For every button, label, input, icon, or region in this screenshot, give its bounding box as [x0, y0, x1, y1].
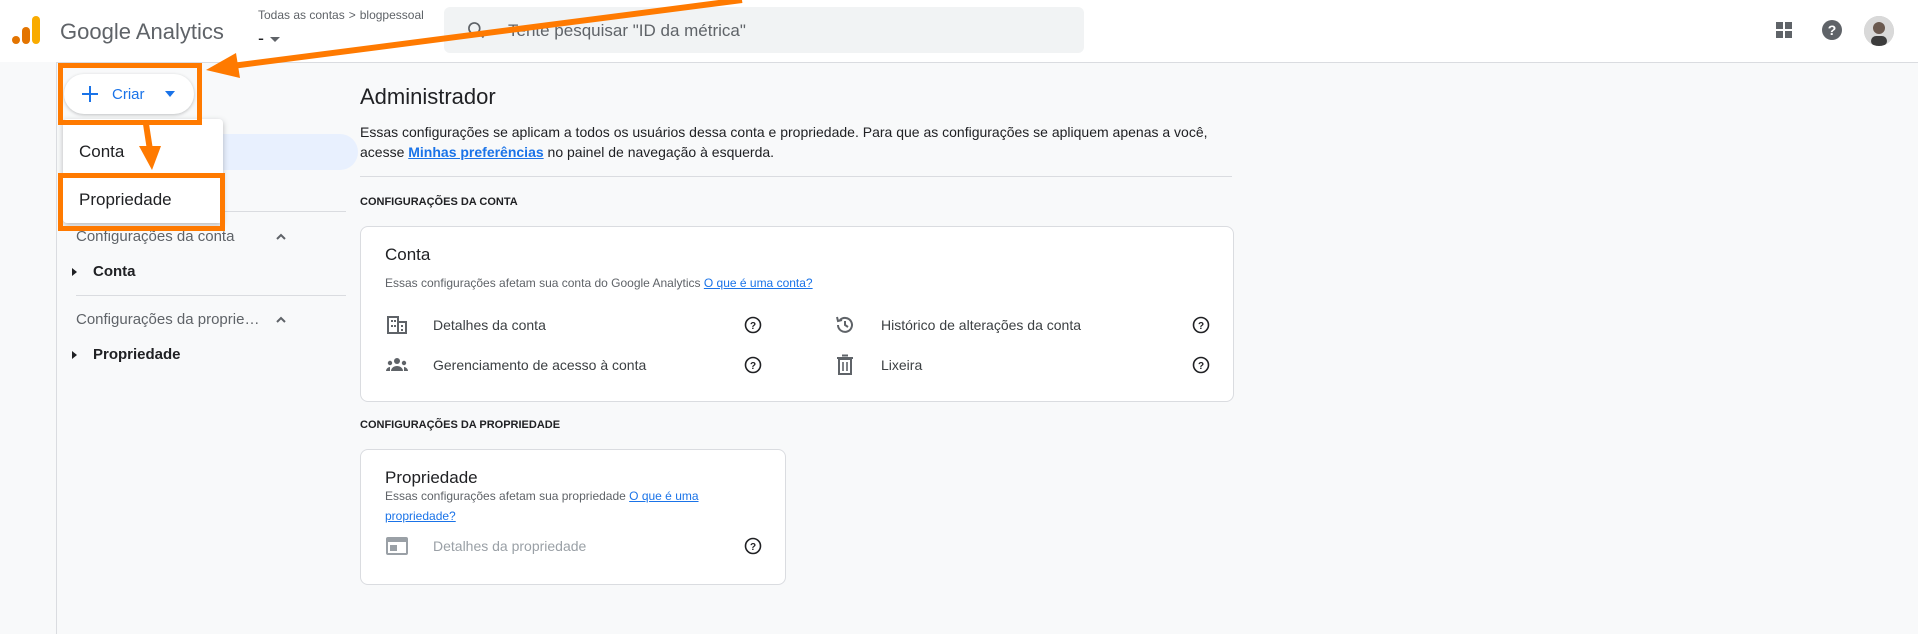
property-card-title: Propriedade — [385, 468, 478, 487]
help-icon[interactable]: ? — [744, 537, 762, 555]
nav-section-property[interactable]: Configurações da propriedade — [76, 311, 266, 328]
breadcrumb-all-accounts: Todas as contas — [258, 8, 345, 22]
group-icon — [386, 358, 408, 371]
help-icon[interactable]: ? — [1192, 356, 1210, 374]
top-bar: Google Analytics Todas as contas > blogpes… — [0, 0, 1918, 63]
current-property[interactable]: - — [258, 28, 424, 49]
building-icon — [387, 316, 407, 334]
help-icon[interactable]: ? — [1192, 316, 1210, 334]
svg-text:?: ? — [750, 321, 756, 332]
account-card-description: Essas configurações afetam sua conta do … — [385, 276, 813, 290]
account-access-management-row[interactable]: Gerenciamento de acesso à conta — [385, 353, 646, 377]
row-label: Lixeira — [881, 357, 923, 373]
nav-item-property[interactable]: Propriedade — [72, 346, 181, 363]
account-card: Conta Essas configurações afetam sua con… — [360, 226, 1234, 402]
breadcrumb: Todas as contas > blogpessoal — [258, 8, 424, 22]
trash-icon — [837, 354, 853, 375]
nav-item-label: Conta — [93, 263, 136, 280]
help-icon[interactable]: ? — [744, 356, 762, 374]
account-change-history-row[interactable]: Histórico de alterações da conta — [833, 313, 1081, 337]
left-rail — [0, 62, 57, 634]
nav-divider — [76, 295, 346, 296]
section-divider — [360, 176, 1232, 177]
intro-text: Essas configurações se aplicam a todos o… — [360, 124, 1208, 160]
apps-grid-icon[interactable] — [1772, 18, 1796, 42]
trash-row[interactable]: Lixeira — [833, 353, 922, 377]
svg-text:?: ? — [750, 542, 756, 553]
search-input[interactable] — [506, 17, 1070, 45]
svg-text:?: ? — [1198, 321, 1204, 332]
chevron-up-icon[interactable] — [274, 230, 288, 244]
account-details-row[interactable]: Detalhes da conta — [385, 313, 546, 337]
svg-text:?: ? — [750, 361, 756, 372]
svg-text:?: ? — [1828, 22, 1837, 38]
expand-arrow-icon — [72, 267, 77, 276]
account-card-title: Conta — [385, 245, 431, 264]
annotation-box-create — [58, 63, 202, 125]
nav-item-account[interactable]: Conta — [72, 263, 136, 280]
property-settings-heading: CONFIGURAÇÕES DA PROPRIEDADE — [360, 419, 561, 431]
user-avatar[interactable] — [1864, 16, 1894, 46]
search-icon — [468, 22, 485, 39]
row-label: Gerenciamento de acesso à conta — [433, 357, 647, 373]
app-name: Google Analytics — [60, 19, 224, 44]
row-label: Histórico de alterações da conta — [881, 317, 1081, 333]
page-title: Administrador — [360, 84, 496, 109]
annotation-box-property — [58, 173, 225, 231]
property-card-description: Essas configurações afetam sua proprieda… — [385, 489, 699, 523]
breadcrumb-separator-icon: > — [348, 8, 356, 22]
nav-selected-item[interactable] — [220, 134, 358, 170]
help-icon[interactable]: ? — [744, 316, 762, 334]
google-analytics-logo[interactable] — [12, 14, 42, 46]
property-card: Propriedade Essas configurações afetam s… — [360, 449, 786, 585]
chevron-up-icon[interactable] — [274, 313, 288, 327]
breadcrumb-account: blogpessoal — [359, 8, 424, 22]
web-page-icon — [386, 537, 408, 555]
what-is-account-link[interactable]: O que é uma conta? — [704, 276, 813, 290]
nav-item-label: Propriedade — [93, 346, 181, 363]
history-icon — [836, 316, 853, 333]
chevron-down-icon — [270, 36, 280, 42]
search-bar[interactable] — [444, 7, 1084, 53]
property-details-row[interactable]: Detalhes da propriedade — [385, 534, 586, 558]
svg-text:?: ? — [1198, 361, 1204, 372]
row-label: Detalhes da conta — [433, 317, 546, 333]
expand-arrow-icon — [72, 350, 77, 359]
account-picker[interactable]: Todas as contas > blogpessoal - — [258, 8, 424, 49]
row-label: Detalhes da propriedade — [433, 538, 587, 554]
account-settings-heading: CONFIGURAÇÕES DA CONTA — [360, 196, 518, 208]
avatar-image — [1864, 16, 1894, 46]
my-preferences-link[interactable]: Minhas preferências — [408, 144, 543, 160]
menu-item-conta[interactable]: Conta — [79, 142, 124, 162]
help-icon[interactable]: ? — [1820, 18, 1844, 42]
